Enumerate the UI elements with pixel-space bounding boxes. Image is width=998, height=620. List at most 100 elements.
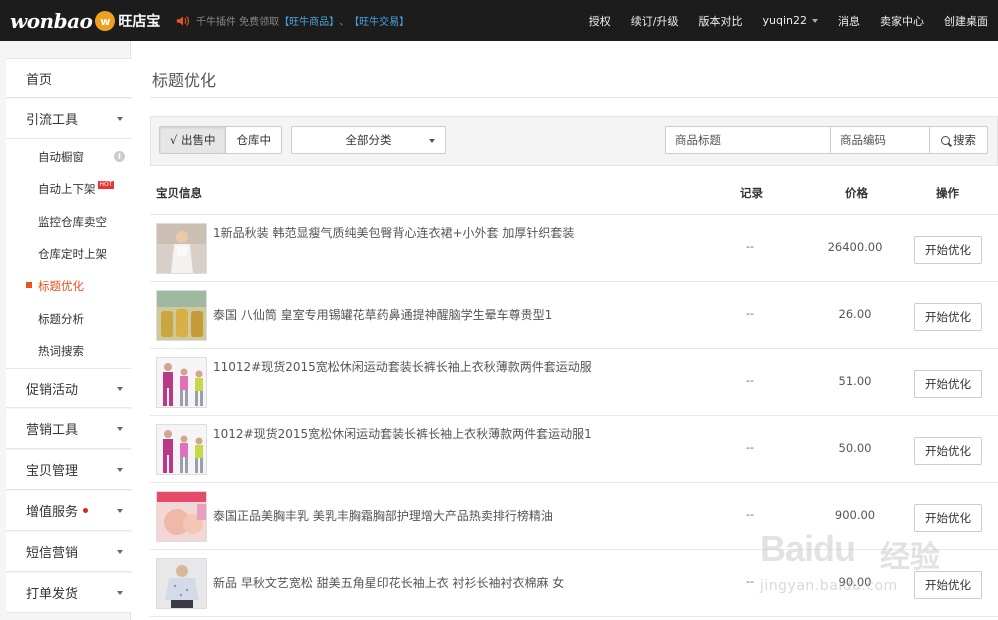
baidu-watermark: Baidu 经验 jingyan.baidu.com xyxy=(760,528,990,608)
start-optimize-button[interactable]: 开始优化 xyxy=(914,236,982,264)
table-row: 1012#现货2015宽松休闲运动套装长裤长袖上衣秋薄款两件套运动服1 -- 5… xyxy=(150,416,998,483)
active-bullet-icon xyxy=(26,282,32,288)
sidebar-item-shipping[interactable]: 打单发货 xyxy=(6,573,131,613)
sidebar-item-marketing[interactable]: 营销工具 xyxy=(6,409,131,449)
category-select[interactable]: 全部分类 xyxy=(291,126,446,154)
record-value: -- xyxy=(746,508,754,521)
code-search-input[interactable]: 商品编码 xyxy=(830,126,930,154)
chevron-down-icon xyxy=(117,387,123,391)
sidebar-item-label: 引流工具 xyxy=(26,113,79,128)
title-search-input[interactable]: 商品标题 xyxy=(665,126,831,154)
record-value: -- xyxy=(746,240,754,253)
sidebar-item-traffic-tools[interactable]: 引流工具 xyxy=(6,99,131,139)
price-value: 900.00 xyxy=(834,508,876,522)
sidebar-sub-label: 标题分析 xyxy=(38,312,84,326)
nav-renew[interactable]: 续订/升级 xyxy=(621,13,689,29)
nav-seller-center[interactable]: 卖家中心 xyxy=(870,13,934,29)
sidebar-item-promo[interactable]: 促销活动 xyxy=(6,368,131,408)
nav-compare[interactable]: 版本对比 xyxy=(689,13,753,29)
info-icon[interactable]: i xyxy=(114,151,125,162)
product-title[interactable]: 泰国正品美胸丰乳 美乳丰胸霜胸部护理增大产品热卖排行榜精油 xyxy=(213,506,593,526)
sidebar-item-label: 首页 xyxy=(26,72,53,88)
sidebar-sub-monitor-stock[interactable]: 监控仓库卖空 xyxy=(6,206,131,238)
nav-auth[interactable]: 授权 xyxy=(579,13,621,29)
start-optimize-button[interactable]: 开始优化 xyxy=(914,370,982,398)
username: yuqin22 xyxy=(762,14,808,27)
record-value: -- xyxy=(746,441,754,454)
logo[interactable]: wonbao w 旺店宝 xyxy=(10,8,160,34)
product-thumbnail[interactable] xyxy=(156,223,207,274)
notice: 千牛插件 免费领取 【旺牛商品】 、 【旺牛交易】 xyxy=(176,13,409,28)
sidebar-sub-title-optimize[interactable]: 标题优化 xyxy=(6,270,131,302)
price-value: 26.00 xyxy=(838,307,872,321)
sidebar-item-label: 营销工具 xyxy=(26,423,79,438)
chevron-down-icon xyxy=(429,139,435,143)
nav-create-desktop[interactable]: 创建桌面 xyxy=(934,13,998,29)
record-value: -- xyxy=(746,374,754,387)
product-title[interactable]: 新品 早秋文艺宽松 甜美五角星印花长袖上衣 衬衫长袖衬衣棉麻 女 xyxy=(213,573,593,593)
price-value: 51.00 xyxy=(838,374,872,388)
col-header-price: 价格 xyxy=(845,186,868,200)
sidebar-item-label: 增值服务 xyxy=(26,505,79,520)
sidebar-item-label: 促销活动 xyxy=(26,382,79,398)
logo-badge-icon: w xyxy=(95,11,116,31)
start-optimize-button[interactable]: 开始优化 xyxy=(914,437,982,465)
sidebar-item-sms[interactable]: 短信营销 xyxy=(6,532,131,572)
category-select-value: 全部分类 xyxy=(345,133,392,147)
product-thumbnail[interactable] xyxy=(156,424,207,475)
product-thumbnail[interactable] xyxy=(156,558,207,609)
search-icon xyxy=(941,135,950,145)
sidebar-item-label: 短信营销 xyxy=(26,546,79,561)
notice-link-products[interactable]: 【旺牛商品】 xyxy=(279,13,339,28)
col-header-action: 操作 xyxy=(936,186,959,200)
notice-sep: 、 xyxy=(339,17,350,28)
search-button-label: 搜索 xyxy=(953,133,976,147)
search-button[interactable]: 搜索 xyxy=(929,126,988,154)
sidebar-item-products[interactable]: 宝贝管理 xyxy=(6,450,131,490)
sidebar-sub-hot-search[interactable]: 热词搜索 xyxy=(6,335,131,367)
chevron-down-icon xyxy=(117,117,123,121)
notice-link-trade[interactable]: 【旺牛交易】 xyxy=(349,13,409,28)
chevron-down-icon xyxy=(117,550,123,554)
record-value: -- xyxy=(746,307,754,320)
start-optimize-button[interactable]: 开始优化 xyxy=(914,303,982,331)
sidebar-sub-label: 自动上下架 xyxy=(38,182,96,196)
status-toggle: √ 出售中 仓库中 xyxy=(159,126,282,154)
watermark-url: jingyan.baidu.com xyxy=(760,578,898,594)
sidebar-sub-auto-showcase[interactable]: 自动橱窗 i xyxy=(6,141,131,173)
watermark-cn: 经验 xyxy=(880,540,940,575)
sidebar-sub-label: 监控仓库卖空 xyxy=(38,215,107,229)
sidebar-sub-scheduled-listing[interactable]: 仓库定时上架 xyxy=(6,238,131,270)
sidebar-sub-label: 热词搜索 xyxy=(38,344,84,358)
chevron-down-icon xyxy=(812,18,818,23)
sidebar-sub-label: 仓库定时上架 xyxy=(38,247,107,261)
speaker-icon xyxy=(176,15,190,26)
filter-bar: √ 出售中 仓库中 全部分类 商品标题 商品编码 搜索 xyxy=(150,116,998,166)
product-thumbnail[interactable] xyxy=(156,491,207,542)
table-row: 11012#现货2015宽松休闲运动套装长裤长袖上衣秋薄款两件套运动服 -- 5… xyxy=(150,349,998,416)
sidebar-item-label: 打单发货 xyxy=(26,587,79,602)
product-title[interactable]: 泰国 八仙筒 皇室专用锡罐花草药鼻通提神醒脑学生晕车尊贵型1 xyxy=(213,305,593,325)
product-title[interactable]: 11012#现货2015宽松休闲运动套装长裤长袖上衣秋薄款两件套运动服 xyxy=(213,357,593,377)
sidebar-sub-title-analysis[interactable]: 标题分析 xyxy=(6,303,131,335)
product-thumbnail[interactable] xyxy=(156,357,207,408)
product-title[interactable]: 1新品秋装 韩范显瘦气质纯美包臀背心连衣裙+小外套 加厚针织套装 xyxy=(213,223,593,243)
sidebar-item-value-added[interactable]: 增值服务 xyxy=(6,491,131,531)
tab-warehouse[interactable]: 仓库中 xyxy=(226,127,281,153)
product-title[interactable]: 1012#现货2015宽松休闲运动套装长裤长袖上衣秋薄款两件套运动服1 xyxy=(213,424,593,444)
sidebar-sub-label: 标题优化 xyxy=(38,279,84,293)
user-menu[interactable]: yuqin22 xyxy=(753,14,829,27)
sidebar-item-label: 宝贝管理 xyxy=(26,464,79,479)
top-nav: 授权 续订/升级 版本对比 yuqin22 消息 卖家中心 创建桌面 xyxy=(579,0,998,41)
nav-messages[interactable]: 消息 xyxy=(828,13,870,29)
sidebar-sub-auto-listing[interactable]: 自动上下架 HOT xyxy=(6,173,131,205)
chevron-down-icon xyxy=(117,427,123,431)
tab-on-sale[interactable]: √ 出售中 xyxy=(160,127,227,153)
sidebar-item-home[interactable]: 首页 xyxy=(6,58,131,98)
logo-text: wonbao xyxy=(10,9,93,33)
table-row: 1新品秋装 韩范显瘦气质纯美包臀背心连衣裙+小外套 加厚针织套装 -- 2640… xyxy=(150,215,998,282)
chevron-down-icon xyxy=(117,591,123,595)
sidebar-sub-label: 自动橱窗 xyxy=(38,150,84,164)
product-thumbnail[interactable] xyxy=(156,290,207,341)
table-row: 泰国 八仙筒 皇室专用锡罐花草药鼻通提神醒脑学生晕车尊贵型1 -- 26.00 … xyxy=(150,282,998,349)
